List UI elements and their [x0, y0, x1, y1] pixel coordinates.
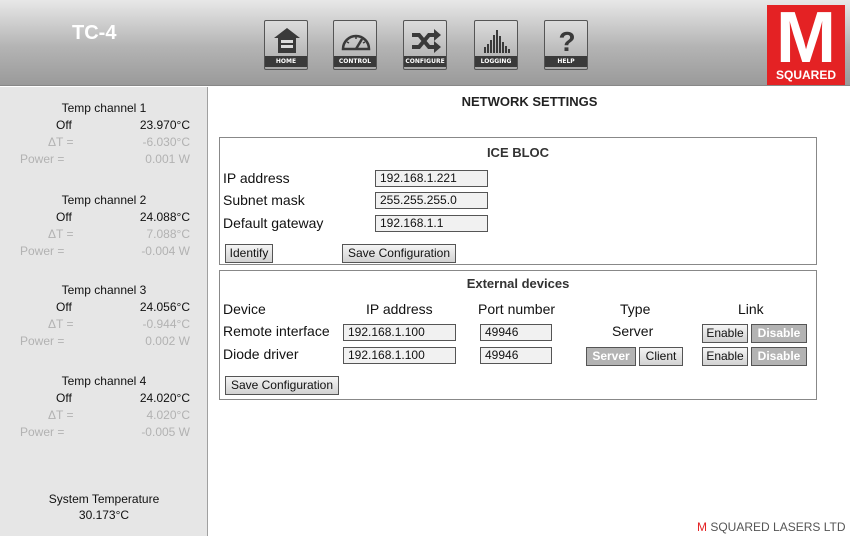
channel-delta: 7.088°C: [146, 227, 191, 241]
gauge-icon: [341, 34, 371, 51]
delta-label: ΔT =: [48, 317, 74, 331]
external-devices-title: External devices: [466, 276, 570, 291]
remote-interface-port-field[interactable]: 49946: [480, 324, 552, 341]
page-title: NETWORK SETTINGS: [461, 94, 598, 109]
nav-home-label: HOME: [265, 56, 307, 67]
system-temperature-label: System Temperature: [48, 492, 160, 506]
channel-temp: 24.056°C: [139, 300, 190, 314]
ice-bloc-title: ICE BLOC: [486, 145, 550, 160]
power-label: Power =: [20, 334, 65, 348]
remote-interface-type-label: Server: [612, 323, 654, 339]
identify-button[interactable]: Identify: [225, 244, 273, 263]
footer-company-name: SQUARED LASERS LTD: [710, 520, 846, 534]
channel-power: -0.004 W: [141, 244, 190, 258]
diode-driver-port-field[interactable]: 49946: [480, 347, 552, 364]
channel-delta: -6.030°C: [142, 135, 191, 149]
column-ip-address: IP address: [366, 301, 433, 317]
ip-address-field[interactable]: 192.168.1.221: [375, 170, 488, 187]
home-icon: [274, 28, 300, 53]
nav-control-label: CONTROL: [334, 56, 376, 67]
default-gateway-field[interactable]: 192.168.1.1: [375, 215, 488, 232]
channel-temp: 24.020°C: [139, 391, 190, 405]
subnet-mask-field[interactable]: 255.255.255.0: [375, 192, 488, 209]
channel-state: Off: [56, 118, 72, 132]
m-squared-logo: M SQUARED: [767, 0, 845, 85]
shuffle-icon: [412, 29, 441, 53]
ip-address-label: IP address: [223, 170, 290, 186]
logo-text: SQUARED: [775, 68, 836, 82]
ice-bloc-panel: ICE BLOC IP address 192.168.1.221 Subnet…: [219, 137, 817, 265]
channel-power: -0.005 W: [141, 425, 190, 439]
save-configuration-button[interactable]: Save Configuration: [342, 244, 456, 263]
delta-label: ΔT =: [48, 135, 74, 149]
column-type: Type: [620, 301, 651, 317]
channel-title: Temp channel 1: [61, 101, 147, 115]
channel-delta: 4.020°C: [146, 408, 191, 422]
channel-title: Temp channel 4: [61, 374, 147, 388]
diode-driver-enable-button[interactable]: Enable: [702, 347, 748, 366]
external-devices-panel: External devices Device IP address Port …: [219, 270, 817, 400]
nav-logging-button[interactable]: LOGGING: [474, 20, 518, 70]
footer-m-letter: M: [697, 520, 707, 534]
default-gateway-label: Default gateway: [223, 215, 324, 231]
channel-power: 0.001 W: [145, 152, 190, 166]
power-label: Power =: [20, 152, 65, 166]
footer-company: M SQUARED LASERS LTD: [697, 520, 846, 534]
column-link: Link: [738, 301, 764, 317]
remote-interface-enable-button[interactable]: Enable: [702, 324, 748, 343]
remote-interface-ip-field[interactable]: 192.168.1.100: [343, 324, 456, 341]
nav-help-label: HELP: [545, 56, 587, 67]
channel-state: Off: [56, 391, 72, 405]
channel-title: Temp channel 2: [61, 193, 147, 207]
system-temperature-value: 30.173°C: [78, 508, 130, 522]
device-remote-interface-label: Remote interface: [223, 323, 330, 339]
channel-state: Off: [56, 300, 72, 314]
channel-temp: 23.970°C: [139, 118, 190, 132]
svg-text:?: ?: [558, 26, 575, 57]
external-save-configuration-button[interactable]: Save Configuration: [225, 376, 339, 395]
diode-driver-client-button[interactable]: Client: [639, 347, 683, 366]
delta-label: ΔT =: [48, 227, 74, 241]
bar-chart-icon: [484, 30, 510, 53]
nav-home-button[interactable]: HOME: [264, 20, 308, 70]
diode-driver-server-button[interactable]: Server: [586, 347, 636, 366]
channel-delta: -0.944°C: [142, 317, 191, 331]
device-diode-driver-label: Diode driver: [223, 346, 299, 362]
nav-configure-label: CONFIGURE: [404, 56, 446, 67]
subnet-mask-label: Subnet mask: [223, 192, 305, 208]
header-bar: TC-4 HOME CONTROL CONFIGURE LOGGING ? HE…: [0, 0, 850, 86]
column-port-number: Port number: [478, 301, 556, 317]
nav-configure-button[interactable]: CONFIGURE: [403, 20, 447, 70]
delta-label: ΔT =: [48, 408, 74, 422]
remote-interface-disable-button[interactable]: Disable: [751, 324, 807, 343]
diode-driver-ip-field[interactable]: 192.168.1.100: [343, 347, 456, 364]
app-title: TC-4: [72, 22, 117, 44]
nav-logging-label: LOGGING: [475, 56, 517, 67]
nav-control-button[interactable]: CONTROL: [333, 20, 377, 70]
power-label: Power =: [20, 425, 65, 439]
power-label: Power =: [20, 244, 65, 258]
channel-title: Temp channel 3: [61, 283, 147, 297]
channel-state: Off: [56, 210, 72, 224]
nav-help-button[interactable]: ? HELP: [544, 20, 588, 70]
diode-driver-disable-button[interactable]: Disable: [751, 347, 807, 366]
channel-temp: 24.088°C: [139, 210, 190, 224]
sidebar: Temp channel 1 Off 23.970°C ΔT = -6.030°…: [0, 87, 208, 536]
channel-power: 0.002 W: [145, 334, 190, 348]
column-device: Device: [223, 301, 266, 317]
question-icon: ?: [558, 26, 575, 57]
